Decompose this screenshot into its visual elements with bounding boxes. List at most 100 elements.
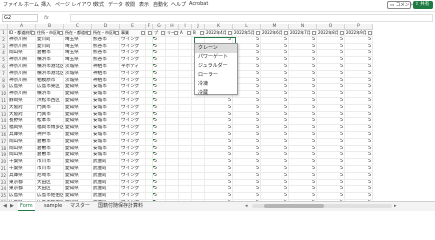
table-cell[interactable] <box>146 152 153 160</box>
table-cell[interactable] <box>166 159 179 166</box>
table-cell[interactable]: 倉敷市 <box>36 50 64 58</box>
filter-dropdown-icon[interactable] <box>200 30 204 35</box>
table-cell[interactable]: ウイング <box>120 193 146 200</box>
table-cell[interactable]: ウイング <box>120 50 146 58</box>
table-cell[interactable]: 埼玉県 <box>64 50 92 58</box>
table-cell[interactable]: 5 <box>261 57 289 64</box>
table-cell[interactable]: 岡山県 <box>8 152 36 160</box>
table-cell[interactable]: 愛川町 <box>36 43 64 51</box>
row-header[interactable]: 7 <box>0 70 8 78</box>
table-cell[interactable] <box>179 91 192 98</box>
table-cell[interactable]: 熊谷市 <box>92 50 120 58</box>
table-cell[interactable]: 倉敷市 <box>36 145 64 153</box>
table-cell[interactable]: 5 <box>317 125 345 132</box>
table-cell[interactable]: 神奈川県 <box>8 64 36 71</box>
table-cell[interactable] <box>179 64 192 71</box>
row-header[interactable]: 11 <box>0 98 8 105</box>
table-cell[interactable] <box>166 118 179 126</box>
table-cell[interactable]: 愛知県 <box>64 91 92 98</box>
table-cell[interactable]: 静岡県 <box>8 98 36 105</box>
table-cell[interactable]: 5 <box>289 193 317 200</box>
table-cell[interactable]: 5 <box>233 138 261 146</box>
table-cell[interactable]: 5 <box>233 193 261 200</box>
table-cell[interactable]: 武豊町 <box>92 179 120 187</box>
table-cell[interactable]: 5 <box>261 166 289 173</box>
table-cell[interactable] <box>146 172 153 180</box>
table-cell[interactable]: 愛知県 <box>64 125 92 132</box>
table-cell[interactable]: 5 <box>317 186 345 194</box>
table-cell[interactable] <box>179 104 192 112</box>
table-cell[interactable] <box>166 104 179 112</box>
table-cell[interactable]: 5 <box>205 152 233 160</box>
table-cell[interactable] <box>179 125 192 132</box>
filter-dropdown-icon[interactable] <box>256 30 260 35</box>
table-header-cell[interactable]: A <box>179 30 192 37</box>
table-cell[interactable]: 5 <box>261 36 289 44</box>
table-cell[interactable]: 武豊町 <box>92 172 120 180</box>
table-cell[interactable] <box>146 98 153 105</box>
table-cell[interactable]: 愛知県 <box>64 172 92 180</box>
table-cell[interactable]: 5 <box>317 77 345 85</box>
table-cell[interactable]: 5 <box>289 118 317 126</box>
table-cell[interactable] <box>179 70 192 78</box>
table-header-cell[interactable]: ID・都道府県 <box>8 30 36 37</box>
table-cell[interactable]: 神戸市 <box>36 132 64 139</box>
table-cell[interactable] <box>179 43 192 51</box>
table-cell[interactable]: 長野県 <box>8 118 36 126</box>
table-cell[interactable]: 5 <box>345 111 373 119</box>
row-header[interactable]: 1 <box>0 30 8 37</box>
row-header[interactable]: 21 <box>0 166 8 173</box>
table-cell[interactable]: 5 <box>261 50 289 58</box>
table-cell[interactable]: 5 <box>289 64 317 71</box>
table-cell[interactable]: 5 <box>153 111 166 119</box>
scroll-left-icon[interactable]: ◂ <box>245 203 248 209</box>
table-cell[interactable]: 5 <box>205 118 233 126</box>
table-cell[interactable] <box>179 77 192 85</box>
table-cell[interactable] <box>146 179 153 187</box>
table-cell[interactable]: 5 <box>153 166 166 173</box>
table-cell[interactable]: 5 <box>317 43 345 51</box>
table-cell[interactable] <box>179 118 192 126</box>
table-cell[interactable]: 5 <box>289 36 317 44</box>
table-cell[interactable]: 5 <box>317 36 345 44</box>
table-cell[interactable]: 大田区 <box>36 186 64 194</box>
table-cell[interactable]: 茨城県 <box>64 77 92 85</box>
table-cell[interactable]: 倉敷市 <box>36 152 64 160</box>
table-cell[interactable]: 熊谷市 <box>92 57 120 64</box>
table-cell[interactable]: 5 <box>205 111 233 119</box>
table-cell[interactable]: 5 <box>345 125 373 132</box>
table-cell[interactable] <box>146 193 153 200</box>
table-cell[interactable] <box>166 98 179 105</box>
table-cell[interactable] <box>166 43 179 51</box>
menu-view[interactable]: 表示 <box>139 1 149 8</box>
filter-dropdown-icon[interactable] <box>141 30 145 35</box>
table-cell[interactable] <box>166 36 179 44</box>
table-cell[interactable]: 5 <box>317 152 345 160</box>
table-cell[interactable]: 神奈川県 <box>8 70 36 78</box>
table-cell[interactable]: 5 <box>261 70 289 78</box>
table-cell[interactable]: 5 <box>345 159 373 166</box>
table-cell[interactable]: 5 <box>153 43 166 51</box>
filter-dropdown-icon[interactable] <box>312 30 316 35</box>
table-cell[interactable]: 5 <box>261 118 289 126</box>
table-cell[interactable]: 5 <box>345 152 373 160</box>
table-cell[interactable]: 神栖市 <box>92 64 120 71</box>
table-cell[interactable]: 5 <box>153 64 166 71</box>
table-cell[interactable]: 浜松市西区 <box>36 98 64 105</box>
table-cell[interactable] <box>192 132 205 139</box>
table-cell[interactable]: 5 <box>153 77 166 85</box>
table-cell[interactable]: 5 <box>345 77 373 85</box>
table-cell[interactable]: 5 <box>345 50 373 58</box>
table-cell[interactable]: 愛知県 <box>64 193 92 200</box>
table-cell[interactable]: 5 <box>261 152 289 160</box>
table-cell[interactable]: 5 <box>153 36 166 44</box>
table-cell[interactable] <box>146 159 153 166</box>
table-cell[interactable] <box>179 111 192 119</box>
table-cell[interactable] <box>166 84 179 92</box>
sheet-tab-other[interactable]: 国籍付随保存計算料 <box>96 202 145 210</box>
table-cell[interactable]: 5 <box>289 125 317 132</box>
table-cell[interactable] <box>179 132 192 139</box>
dropdown-option[interactable]: パワーゲート <box>195 53 237 62</box>
table-cell[interactable] <box>179 145 192 153</box>
table-cell[interactable] <box>166 111 179 119</box>
